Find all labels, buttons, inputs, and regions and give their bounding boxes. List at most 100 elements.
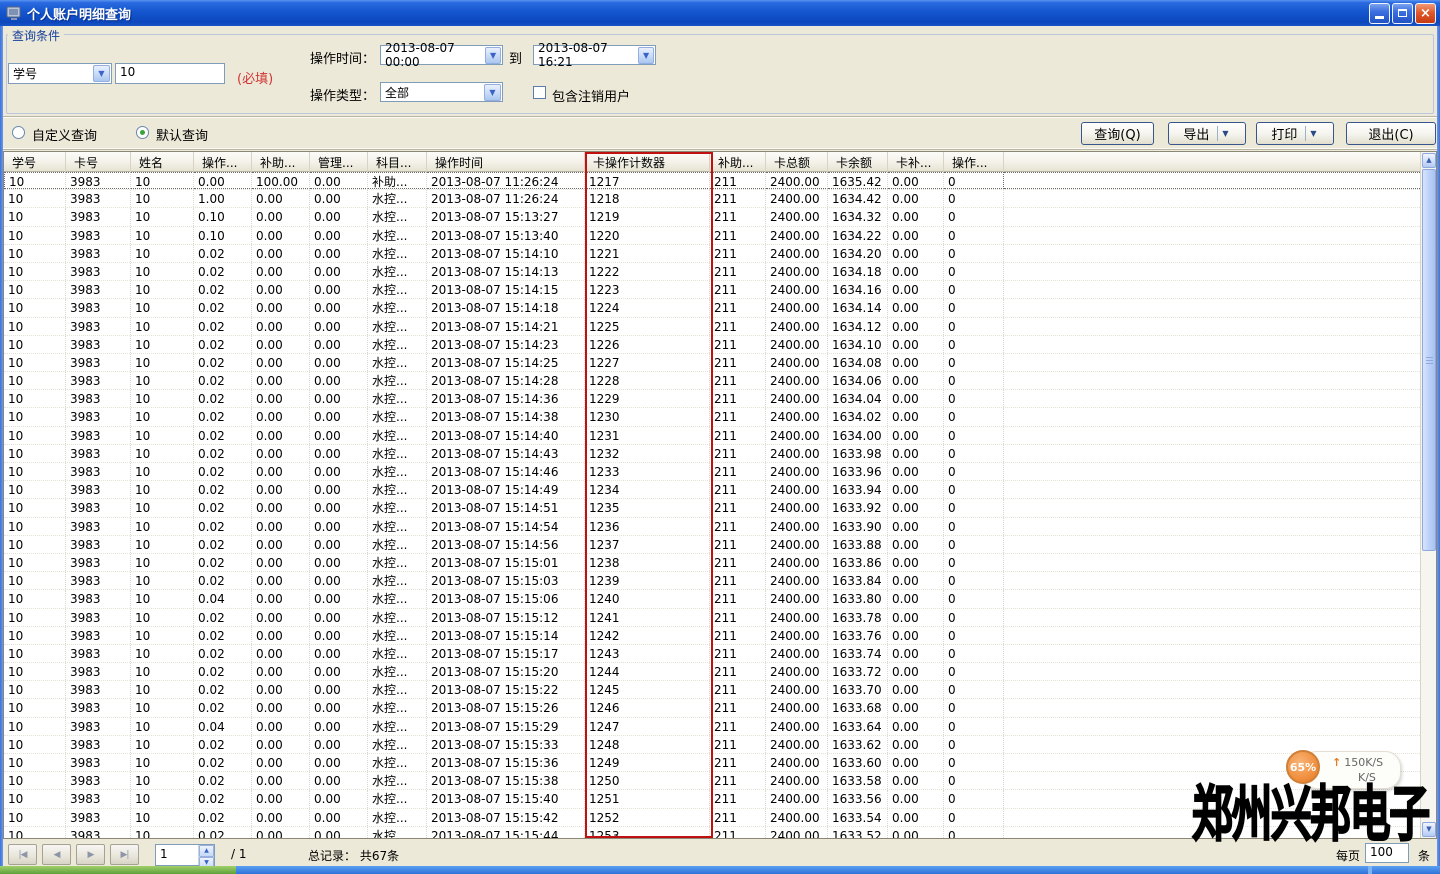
cell[interactable]: 0	[944, 772, 1004, 789]
table-row[interactable]: 103983100.020.000.00水控...2013-08-07 15:1…	[4, 263, 1436, 281]
column-header-7[interactable]: 科目...	[368, 152, 427, 172]
cell[interactable]: 211	[710, 372, 766, 389]
table-row[interactable]: 103983100.020.000.00水控...2013-08-07 15:1…	[4, 318, 1436, 336]
cell[interactable]: 0.00	[310, 790, 368, 807]
cell[interactable]: 0.00	[888, 663, 944, 680]
cell[interactable]: 211	[710, 445, 766, 462]
cell[interactable]: 2400.00	[766, 699, 828, 716]
cell[interactable]: 211	[710, 718, 766, 735]
cell[interactable]: 10	[4, 208, 66, 225]
cell[interactable]: 211	[710, 790, 766, 807]
cell[interactable]: 211	[710, 809, 766, 826]
cell[interactable]: 3983	[66, 663, 131, 680]
cell[interactable]: 0	[944, 208, 1004, 225]
cell[interactable]: 10	[131, 736, 194, 753]
cell[interactable]: 0.00	[310, 372, 368, 389]
cell[interactable]: 10	[4, 572, 66, 589]
cell[interactable]: 10	[131, 245, 194, 262]
cell[interactable]: 水控...	[368, 190, 427, 207]
table-row[interactable]: 103983100.100.000.00水控...2013-08-07 15:1…	[4, 227, 1436, 245]
cell[interactable]: 0.00	[888, 227, 944, 244]
cell[interactable]: 1242	[585, 627, 710, 644]
cell[interactable]: 10	[4, 609, 66, 626]
cell[interactable]: 0.00	[888, 427, 944, 444]
cell[interactable]: 0.00	[252, 590, 310, 607]
include-cancelled-checkbox[interactable]	[533, 86, 546, 99]
cell[interactable]: 0.00	[252, 681, 310, 698]
custom-query-label[interactable]: 自定义查询	[32, 125, 97, 144]
cell[interactable]: 10	[131, 318, 194, 335]
cell[interactable]: 10	[131, 481, 194, 498]
cell[interactable]: 0.00	[252, 463, 310, 480]
cell[interactable]: 10	[131, 590, 194, 607]
cell[interactable]: 1633.78	[828, 609, 888, 626]
cell[interactable]: 0.00	[252, 736, 310, 753]
cell[interactable]: 3983	[66, 227, 131, 244]
cell[interactable]: 0.00	[310, 427, 368, 444]
cell[interactable]: 0.00	[310, 772, 368, 789]
cell[interactable]: 0	[944, 809, 1004, 826]
cell[interactable]: 0.00	[888, 590, 944, 607]
cell[interactable]: 0	[944, 754, 1004, 771]
cell[interactable]: 0.00	[310, 536, 368, 553]
table-row[interactable]: 103983100.020.000.00水控...2013-08-07 15:1…	[4, 354, 1436, 372]
column-header-1[interactable]: 学号	[4, 152, 66, 172]
cell[interactable]: 0.02	[194, 572, 252, 589]
table-row[interactable]: 103983100.020.000.00水控...2013-08-07 15:1…	[4, 408, 1436, 426]
cell[interactable]: 2013-08-07 15:15:42	[427, 809, 585, 826]
cell[interactable]: 1633.76	[828, 627, 888, 644]
table-row[interactable]: 103983100.020.000.00水控...2013-08-07 15:1…	[4, 281, 1436, 299]
cell[interactable]: 2013-08-07 11:26:24	[427, 190, 585, 207]
cell[interactable]: 水控...	[368, 227, 427, 244]
cell[interactable]: 211	[710, 427, 766, 444]
cell[interactable]: 0.02	[194, 445, 252, 462]
cell[interactable]: 1633.88	[828, 536, 888, 553]
cell[interactable]: 1633.84	[828, 572, 888, 589]
cell[interactable]: 0.00	[888, 790, 944, 807]
table-row[interactable]: 103983100.100.000.00水控...2013-08-07 15:1…	[4, 208, 1436, 226]
cell[interactable]: 10	[131, 263, 194, 280]
first-page-button[interactable]: |◀	[8, 844, 37, 865]
cell[interactable]: 0	[944, 336, 1004, 353]
cell[interactable]: 211	[710, 772, 766, 789]
cell[interactable]: 1245	[585, 681, 710, 698]
cell[interactable]: 1633.64	[828, 718, 888, 735]
cell[interactable]: 0.02	[194, 681, 252, 698]
cell[interactable]: 2013-08-07 15:14:46	[427, 463, 585, 480]
cell[interactable]: 1233	[585, 463, 710, 480]
table-row[interactable]: 103983100.020.000.00水控...2013-08-07 15:1…	[4, 299, 1436, 317]
cell[interactable]: 1252	[585, 809, 710, 826]
cell[interactable]: 水控...	[368, 681, 427, 698]
cell[interactable]: 0.00	[310, 518, 368, 535]
cell[interactable]: 1229	[585, 390, 710, 407]
cell[interactable]: 10	[4, 263, 66, 280]
cell[interactable]: 1219	[585, 208, 710, 225]
cell[interactable]: 2400.00	[766, 354, 828, 371]
page-number-spinner[interactable]: 1 ▲ ▼	[155, 844, 215, 866]
cell[interactable]: 2013-08-07 11:26:24	[427, 172, 585, 189]
cell[interactable]: 10	[4, 790, 66, 807]
cell[interactable]: 0	[944, 536, 1004, 553]
cell[interactable]: 0	[944, 590, 1004, 607]
cell[interactable]: 10	[4, 445, 66, 462]
cell[interactable]: 2400.00	[766, 445, 828, 462]
cell[interactable]: 0.00	[888, 445, 944, 462]
cell[interactable]: 水控...	[368, 754, 427, 771]
cell[interactable]: 水控...	[368, 699, 427, 716]
cell[interactable]: 1232	[585, 445, 710, 462]
cell[interactable]: 0.02	[194, 299, 252, 316]
cell[interactable]: 211	[710, 699, 766, 716]
cell[interactable]: 2013-08-07 15:15:14	[427, 627, 585, 644]
cell[interactable]: 1634.14	[828, 299, 888, 316]
chevron-down-icon[interactable]: ▼	[485, 47, 501, 64]
cell[interactable]: 3983	[66, 554, 131, 571]
cell[interactable]: 0.00	[888, 463, 944, 480]
cell[interactable]: 2013-08-07 15:14:25	[427, 354, 585, 371]
cell[interactable]: 0.00	[252, 408, 310, 425]
cell[interactable]: 0.00	[888, 299, 944, 316]
cell[interactable]: 0.00	[310, 754, 368, 771]
cell[interactable]: 10	[131, 790, 194, 807]
scrollbar-thumb[interactable]	[1422, 169, 1436, 551]
cell[interactable]: 3983	[66, 790, 131, 807]
cell[interactable]: 0.00	[252, 627, 310, 644]
